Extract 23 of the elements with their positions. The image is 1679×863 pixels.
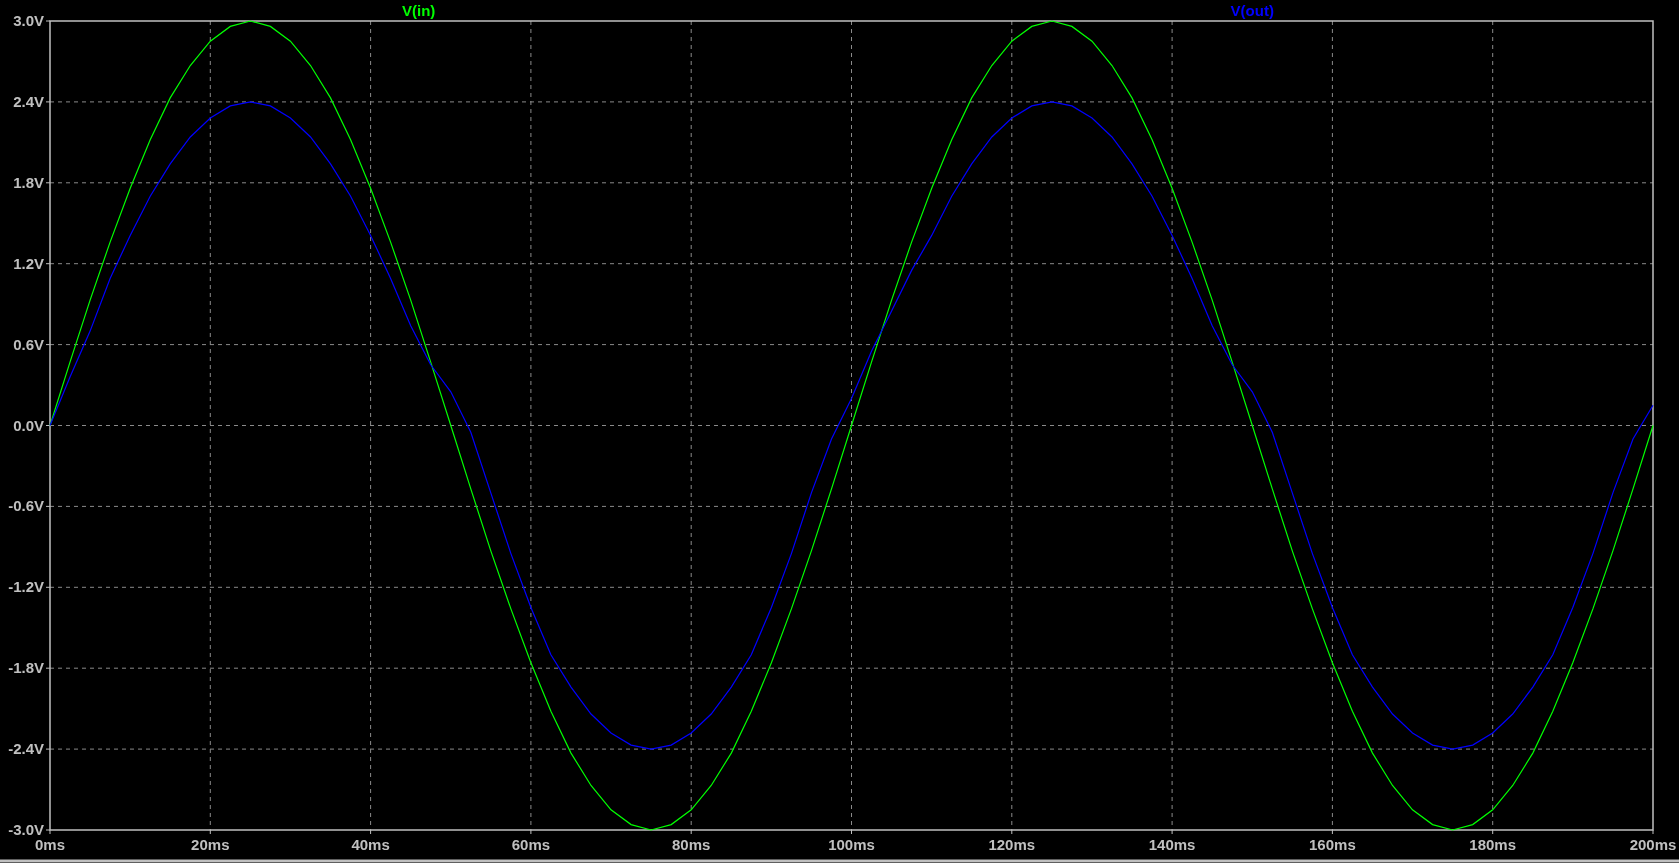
x-tick-label: 60ms (511, 836, 551, 853)
x-tick-label: 120ms (988, 836, 1036, 853)
y-tick-label: 1.8V (13, 173, 44, 191)
y-tick-label: -1.8V (8, 659, 44, 677)
y-tick-label: 2.4V (13, 92, 44, 110)
x-tick-label: 0ms (35, 836, 65, 853)
y-tick-label: -3.0V (8, 821, 44, 838)
y-tick-label: 0.6V (13, 335, 44, 353)
x-tick-label: 180ms (1469, 836, 1517, 853)
trace-name[interactable]: V(in) (402, 2, 436, 19)
y-tick-label: 1.2V (13, 254, 44, 272)
x-tick-label: 200ms (1629, 836, 1677, 853)
y-tick-label: -1.2V (8, 578, 44, 596)
x-tick-label: 80ms (672, 836, 711, 853)
y-tick-label: 0.0V (13, 416, 44, 434)
x-tick-label: 140ms (1148, 836, 1196, 853)
x-tick-label: 40ms (351, 836, 390, 853)
y-tick-label: -0.6V (8, 497, 44, 515)
x-tick-label: 20ms (191, 836, 230, 853)
x-tick-label: 100ms (828, 836, 875, 853)
y-tick-label: -2.4V (8, 740, 44, 758)
x-tick-label: 160ms (1309, 836, 1356, 853)
y-tick-label: 3.0V (13, 12, 44, 29)
